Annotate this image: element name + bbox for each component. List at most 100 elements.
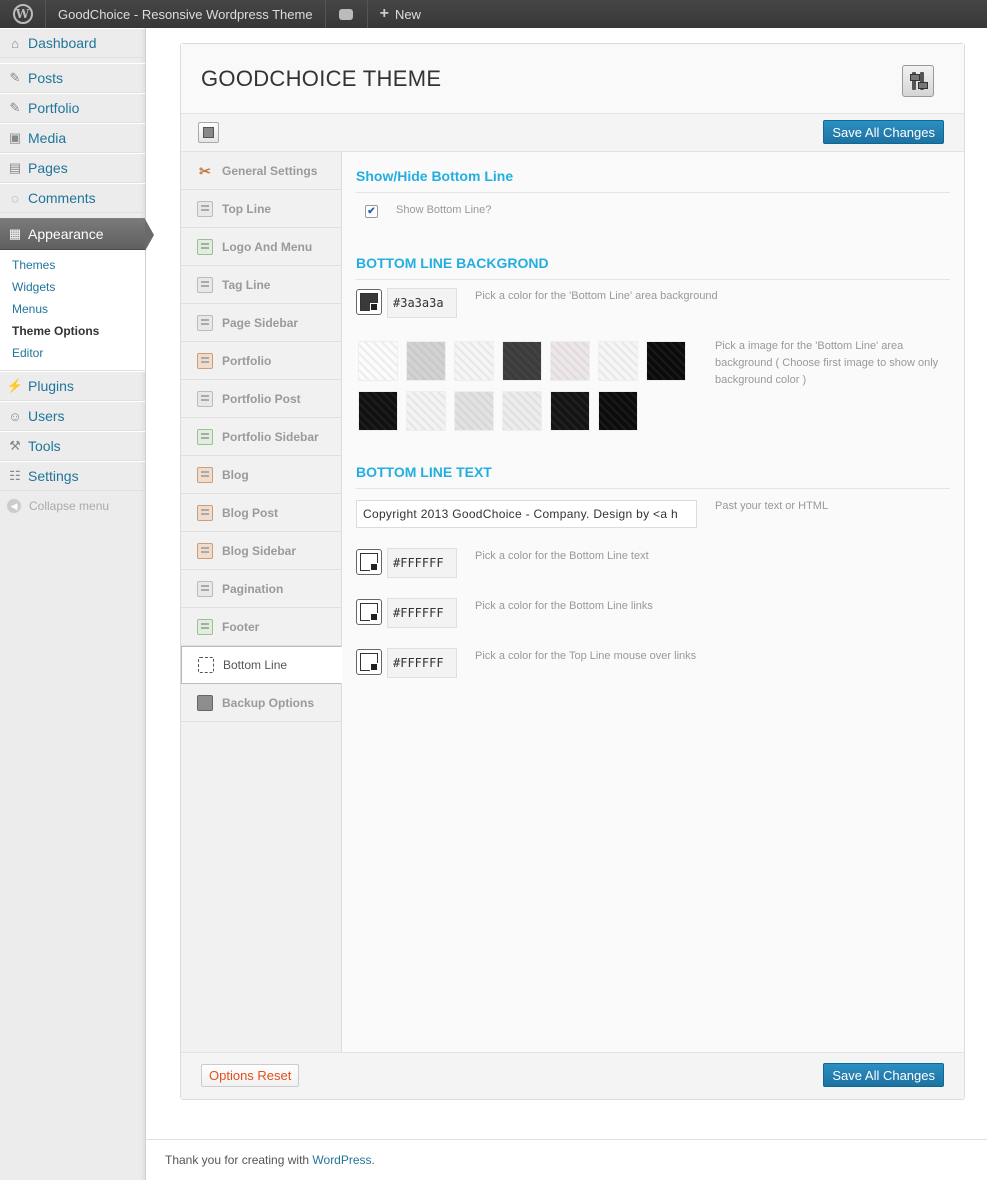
pattern-thumbnail[interactable] <box>454 341 494 381</box>
menu-item-users[interactable]: ☺ Users <box>0 401 145 431</box>
tab-blog-sidebar[interactable]: Blog Sidebar <box>181 532 341 570</box>
comments-link[interactable] <box>326 0 368 28</box>
sidebar-icon <box>197 428 213 445</box>
tab-logo-and-menu[interactable]: Logo And Menu <box>181 228 341 266</box>
wordpress-link[interactable]: WordPress <box>312 1153 371 1167</box>
menu-item-portfolio[interactable]: ✎ Portfolio <box>0 93 145 123</box>
tab-tag-line[interactable]: Tag Line <box>181 266 341 304</box>
footer-text: Thank you for creating with <box>165 1153 313 1167</box>
pattern-thumbnail[interactable] <box>502 391 542 431</box>
footer-icon <box>197 618 213 635</box>
admin-menu: ⌂ Dashboard ✎ Posts ✎ Portfolio ▣ Media … <box>0 28 154 521</box>
menu-label: Appearance <box>28 226 104 242</box>
hover-color-swatch[interactable] <box>356 649 382 675</box>
tab-portfolio-sidebar[interactable]: Portfolio Sidebar <box>181 418 341 456</box>
menu-item-pages[interactable]: ▤ Pages <box>0 153 145 183</box>
menu-item-tools[interactable]: ⚒ Tools <box>0 431 145 461</box>
text-color-input[interactable]: #FFFFFF <box>387 548 457 578</box>
pattern-thumbnail[interactable] <box>550 341 590 381</box>
menu-item-dashboard[interactable]: ⌂ Dashboard <box>0 28 145 58</box>
tab-bottom-line[interactable]: Bottom Line <box>181 646 342 684</box>
settings-icon: ☷ <box>9 468 21 483</box>
sliders-icon <box>902 65 934 97</box>
links-color-swatch[interactable] <box>356 599 382 625</box>
menu-item-posts[interactable]: ✎ Posts <box>0 63 145 93</box>
tab-footer[interactable]: Footer <box>181 608 341 646</box>
plugin-icon: ⚡ <box>6 378 24 393</box>
background-color-desc: Pick a color for the 'Bottom Line' area … <box>475 290 718 302</box>
expand-toggle-icon[interactable] <box>198 122 219 143</box>
menu-label: Comments <box>28 190 96 206</box>
menu-item-settings[interactable]: ☷ Settings <box>0 461 145 491</box>
text-color-swatch[interactable] <box>356 549 382 575</box>
menu-label: Pages <box>28 160 68 176</box>
new-content-menu[interactable]: + New <box>368 0 433 28</box>
site-name-link[interactable]: GoodChoice - Resonsive Wordpress Theme <box>46 0 326 28</box>
tab-top-line[interactable]: Top Line <box>181 190 341 228</box>
theme-options-panel: GOODCHOICE THEME Save All Changes ✂ Gener… <box>180 43 965 1100</box>
footer-credit: Thank you for creating with WordPress. <box>165 1153 375 1167</box>
tab-portfolio[interactable]: Portfolio <box>181 342 341 380</box>
pattern-thumbnail[interactable] <box>646 341 686 381</box>
panel-header: GOODCHOICE THEME <box>181 44 964 114</box>
section-title-text: BOTTOM LINE TEXT <box>356 464 492 480</box>
submenu-item-editor[interactable]: Editor <box>0 342 145 364</box>
submenu-item-widgets[interactable]: Widgets <box>0 276 145 298</box>
hover-color-input[interactable]: #FFFFFF <box>387 648 457 678</box>
save-all-changes-button-top[interactable]: Save All Changes <box>823 120 944 144</box>
menu-item-media[interactable]: ▣ Media <box>0 123 145 153</box>
wordpress-logo-icon: W <box>12 4 33 24</box>
background-color-swatch[interactable] <box>356 289 382 315</box>
pattern-thumbnail[interactable] <box>598 391 638 431</box>
pattern-thumbnail[interactable] <box>598 341 638 381</box>
document-icon <box>197 390 213 407</box>
tab-blog-post[interactable]: Blog Post <box>181 494 341 532</box>
menu-item-appearance[interactable]: ▦ Appearance <box>0 218 154 251</box>
options-reset-button[interactable]: Options Reset <box>201 1064 300 1087</box>
submenu-item-theme-options[interactable]: Theme Options <box>0 320 145 342</box>
submenu-item-themes[interactable]: Themes <box>0 254 145 276</box>
panel-body: ✂ General Settings Top Line Logo And Menu… <box>181 152 964 1053</box>
options-content: Show/Hide Bottom Line ✔ Show Bottom Line… <box>356 152 950 1053</box>
pattern-thumbnail[interactable] <box>502 341 542 381</box>
menu-item-plugins[interactable]: ⚡ Plugins <box>0 371 145 401</box>
show-bottom-line-checkbox[interactable]: ✔ <box>365 205 378 218</box>
tab-portfolio-post[interactable]: Portfolio Post <box>181 380 341 418</box>
section-divider <box>356 192 950 193</box>
tab-label: Portfolio Sidebar <box>222 429 319 444</box>
tab-label: Portfolio <box>222 353 272 368</box>
wordpress-logo-menu[interactable]: W <box>0 0 46 28</box>
tab-pagination[interactable]: Pagination <box>181 570 341 608</box>
tab-label: Top Line <box>222 201 272 216</box>
tab-label: Blog Post <box>222 505 278 520</box>
background-color-input[interactable]: #3a3a3a <box>387 288 457 318</box>
menu-item-comments[interactable]: ◌ Comments <box>0 183 145 213</box>
pattern-thumbnail[interactable] <box>550 391 590 431</box>
links-color-desc: Pick a color for the Bottom Line links <box>475 600 653 612</box>
pattern-thumbnail[interactable] <box>406 341 446 381</box>
pattern-thumbnail[interactable] <box>406 391 446 431</box>
layout-icon <box>198 657 214 673</box>
bottom-line-text-input[interactable]: Copyright 2013 GoodChoice - Company. Des… <box>356 500 697 528</box>
submenu-item-menus[interactable]: Menus <box>0 298 145 320</box>
tab-label: Page Sidebar <box>222 315 299 330</box>
tab-backup-options[interactable]: Backup Options <box>181 684 341 722</box>
menu-label: Posts <box>28 70 64 86</box>
links-color-input[interactable]: #FFFFFF <box>387 598 457 628</box>
tab-label: Bottom Line <box>223 658 288 672</box>
tab-blog[interactable]: Blog <box>181 456 341 494</box>
pattern-thumbnail[interactable] <box>358 391 398 431</box>
pages-icon: ▤ <box>8 160 22 175</box>
hover-color-desc: Pick a color for the Top Line mouse over… <box>475 650 697 662</box>
pattern-thumbnail[interactable] <box>358 341 398 381</box>
save-all-changes-button-bottom[interactable]: Save All Changes <box>823 1063 944 1087</box>
collapse-menu-button[interactable]: ◀ Collapse menu <box>0 491 145 521</box>
pin-icon: ✎ <box>9 70 21 85</box>
tab-general-settings[interactable]: ✂ General Settings <box>181 152 341 190</box>
appearance-submenu: Themes Widgets Menus Theme Options Edito… <box>0 250 145 371</box>
dashboard-icon: ⌂ <box>11 35 19 51</box>
comment-bubble-icon <box>339 8 354 20</box>
tab-page-sidebar[interactable]: Page Sidebar <box>181 304 341 342</box>
menu-label: Tools <box>28 438 61 454</box>
pattern-thumbnail[interactable] <box>454 391 494 431</box>
